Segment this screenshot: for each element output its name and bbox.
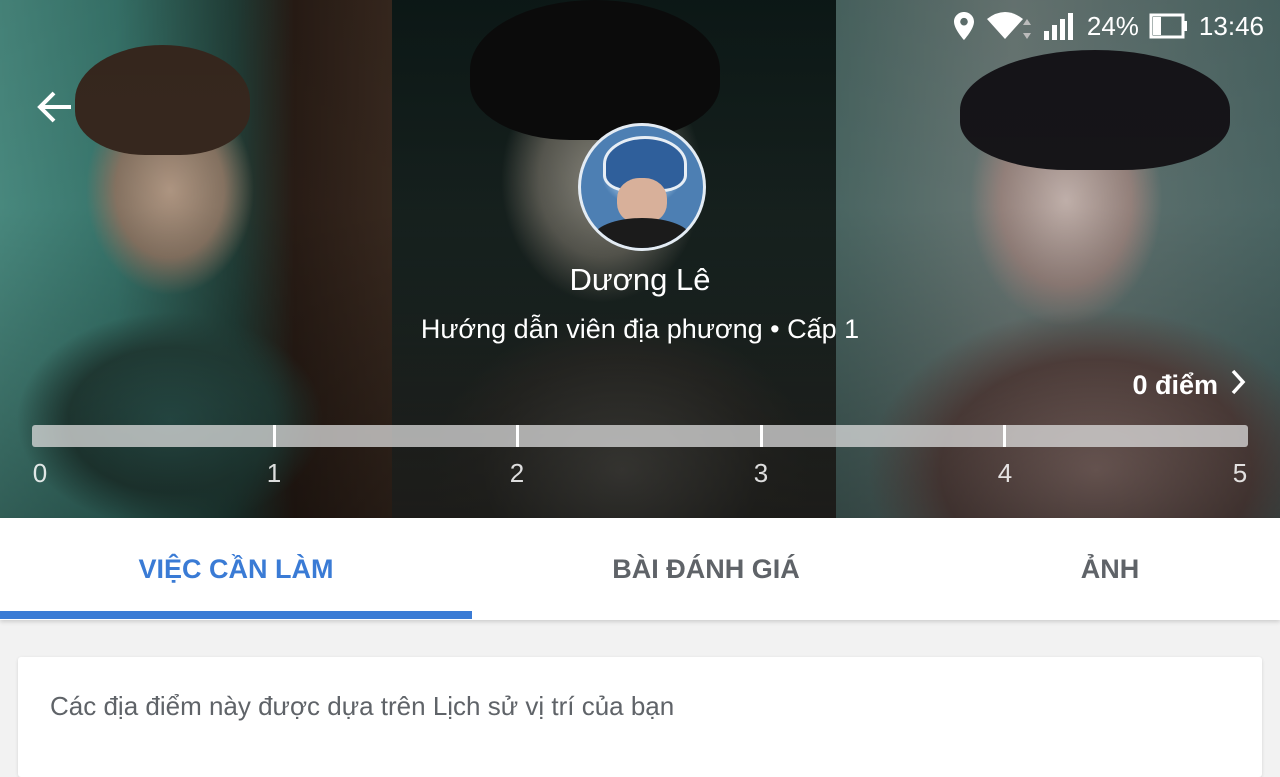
avatar[interactable] bbox=[578, 123, 706, 251]
active-tab-indicator bbox=[0, 611, 472, 619]
progress-tick-label: 0 bbox=[32, 458, 48, 488]
chevron-right-icon bbox=[1230, 368, 1246, 403]
profile-name: Dương Lê bbox=[569, 262, 711, 297]
progress-tick bbox=[273, 425, 276, 447]
profile-cover: 24% 13:46 Dương Lê Hướng dẫn viên địa ph… bbox=[0, 0, 1280, 518]
avatar-detail bbox=[593, 218, 691, 248]
points-label: 0 điểm bbox=[1132, 370, 1218, 400]
back-button[interactable] bbox=[30, 86, 80, 132]
status-bar: 24% 13:46 bbox=[953, 8, 1264, 44]
wifi-icon bbox=[985, 11, 1033, 41]
tab-todo[interactable]: VIỆC CẦN LÀM bbox=[0, 518, 472, 620]
level-progress-bar bbox=[32, 425, 1248, 447]
tab-photos[interactable]: ẢNH bbox=[940, 518, 1280, 620]
clock: 13:46 bbox=[1198, 10, 1264, 41]
progress-tick-label: 2 bbox=[509, 458, 525, 488]
progress-tick-label: 4 bbox=[997, 458, 1013, 488]
progress-tick bbox=[760, 425, 763, 447]
points-link[interactable]: 0 điểm bbox=[1132, 368, 1246, 403]
progress-tick-label: 5 bbox=[1232, 458, 1248, 488]
tab-bar: VIỆC CẦN LÀM BÀI ĐÁNH GIÁ ẢNH bbox=[0, 518, 1280, 620]
profile-level: Hướng dẫn viên địa phương • Cấp 1 bbox=[420, 314, 860, 344]
card-text: Các địa điểm này được dựa trên Lịch sử v… bbox=[50, 691, 675, 721]
info-card: Các địa điểm này được dựa trên Lịch sử v… bbox=[18, 657, 1262, 777]
tab-reviews[interactable]: BÀI ĐÁNH GIÁ bbox=[472, 518, 940, 620]
arrow-back-icon bbox=[37, 90, 73, 129]
progress-tick bbox=[1003, 425, 1006, 447]
progress-tick-label: 3 bbox=[753, 458, 769, 488]
battery-percent: 24% bbox=[1086, 10, 1139, 41]
location-icon bbox=[953, 11, 975, 41]
battery-icon bbox=[1149, 11, 1189, 41]
progress-tick bbox=[516, 425, 519, 447]
signal-icon bbox=[1043, 11, 1077, 41]
progress-tick-label: 1 bbox=[266, 458, 282, 488]
